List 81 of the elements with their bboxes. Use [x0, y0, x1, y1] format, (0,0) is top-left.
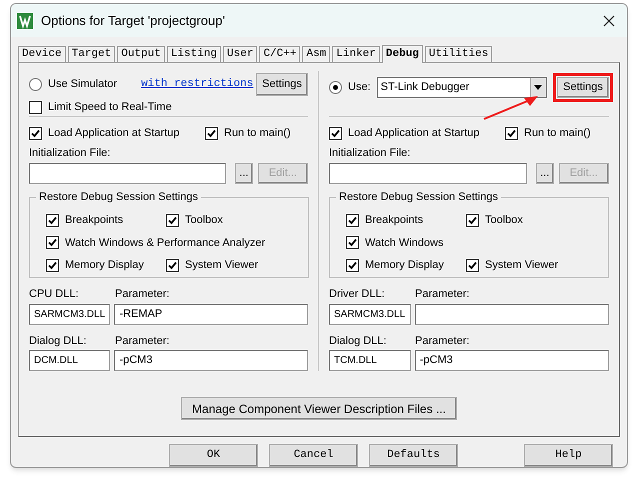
field-label: Parameter: — [415, 287, 470, 302]
tab[interactable]: Listing — [166, 46, 222, 62]
tab[interactable]: Target — [68, 46, 116, 62]
tab[interactable]: Debug — [382, 45, 423, 63]
window-title: Options for Target 'projectgroup' — [41, 12, 225, 30]
radio-button[interactable] — [29, 78, 42, 91]
checkbox[interactable] — [166, 258, 179, 272]
checkbox-label: Memory Display — [365, 258, 444, 273]
restrictions-link[interactable]: with restrictions — [141, 76, 254, 93]
radio-label: Use: — [348, 80, 371, 96]
button[interactable]: ... — [235, 163, 253, 184]
radio-label: Use Simulator — [48, 77, 118, 92]
field-label: CPU DLL: — [29, 287, 80, 302]
app-logo-icon — [17, 12, 33, 28]
checkbox-label: Toolbox — [185, 213, 223, 228]
tab[interactable]: Device — [18, 46, 66, 62]
field-label: Driver DLL: — [329, 287, 386, 302]
field-label: Initialization File: — [29, 146, 112, 160]
pointer-arrow — [482, 95, 540, 121]
debugger-dropdown[interactable]: ST-Link Debugger — [376, 77, 547, 98]
tab[interactable]: C/C++ — [259, 46, 300, 62]
tab[interactable]: Linker — [332, 46, 380, 62]
text-field[interactable]: -pCM3 — [414, 350, 609, 371]
text-field[interactable] — [329, 163, 527, 184]
field-label: Parameter: — [115, 287, 170, 302]
button[interactable]: Cancel — [269, 444, 358, 467]
checkbox-label: Load Application at Startup — [48, 126, 180, 141]
button[interactable]: Settings — [557, 77, 609, 98]
text-field[interactable]: SARMCM3.DLL — [329, 304, 411, 324]
checkbox[interactable] — [466, 258, 479, 272]
tab[interactable]: Output — [117, 46, 165, 62]
checkbox[interactable] — [166, 214, 179, 227]
checkbox[interactable] — [46, 258, 59, 272]
checkbox[interactable] — [29, 126, 42, 140]
group-title: Restore Debug Session Settings — [336, 190, 501, 204]
checkbox[interactable] — [346, 214, 359, 227]
text-field[interactable]: -pCM3 — [114, 350, 308, 371]
checkbox-label: Watch Windows & Performance Analyzer — [65, 236, 266, 250]
checkbox-label: Run to main() — [524, 126, 591, 141]
checkbox[interactable] — [346, 258, 359, 272]
checkbox-label: Run to main() — [224, 126, 291, 141]
radio-button[interactable] — [329, 81, 342, 94]
button[interactable]: ... — [536, 163, 554, 184]
checkbox-label: System Viewer — [485, 258, 558, 273]
field-label: Initialization File: — [329, 146, 412, 160]
button[interactable]: Defaults — [369, 444, 458, 467]
button[interactable]: Help — [524, 444, 613, 467]
field-label: Parameter: — [415, 334, 470, 348]
checkbox-label: Limit Speed to Real-Time — [48, 100, 172, 115]
text-field[interactable]: TCM.DLL — [329, 350, 411, 371]
checkbox-label: Load Application at Startup — [348, 126, 480, 141]
field-label: Dialog DLL: — [329, 334, 388, 348]
checkbox[interactable] — [46, 214, 59, 227]
button[interactable]: Manage Component Viewer Description Files ... — [181, 397, 457, 420]
text-field[interactable]: SARMCM3.DLL — [29, 304, 110, 324]
text-field[interactable] — [29, 163, 226, 184]
text-field[interactable]: -REMAP — [114, 304, 308, 324]
checkbox-label: Breakpoints — [365, 213, 424, 228]
checkbox-label: Toolbox — [485, 213, 523, 228]
field-label: Parameter: — [115, 334, 170, 348]
text-field[interactable] — [414, 304, 609, 324]
tab[interactable]: User — [223, 46, 258, 62]
button[interactable]: OK — [169, 444, 258, 467]
checkbox[interactable] — [205, 126, 218, 140]
group-title: Restore Debug Session Settings — [36, 190, 201, 204]
tab[interactable]: Asm — [302, 46, 330, 62]
button[interactable]: Settings — [256, 73, 308, 96]
checkbox-label: Memory Display — [65, 258, 144, 273]
checkbox-label: Watch Windows — [365, 236, 444, 250]
checkbox[interactable] — [46, 236, 59, 250]
checkbox[interactable] — [329, 126, 342, 140]
checkbox-label: Breakpoints — [65, 213, 124, 228]
checkbox[interactable] — [505, 126, 518, 140]
close-icon[interactable] — [603, 14, 615, 26]
field-label: Dialog DLL: — [29, 334, 88, 348]
checkbox-label: System Viewer — [185, 258, 258, 273]
checkbox[interactable] — [346, 236, 359, 250]
tab[interactable]: Utilities — [424, 46, 492, 62]
checkbox[interactable] — [466, 214, 479, 227]
text-field[interactable]: DCM.DLL — [29, 350, 110, 371]
checkbox[interactable] — [29, 100, 42, 114]
